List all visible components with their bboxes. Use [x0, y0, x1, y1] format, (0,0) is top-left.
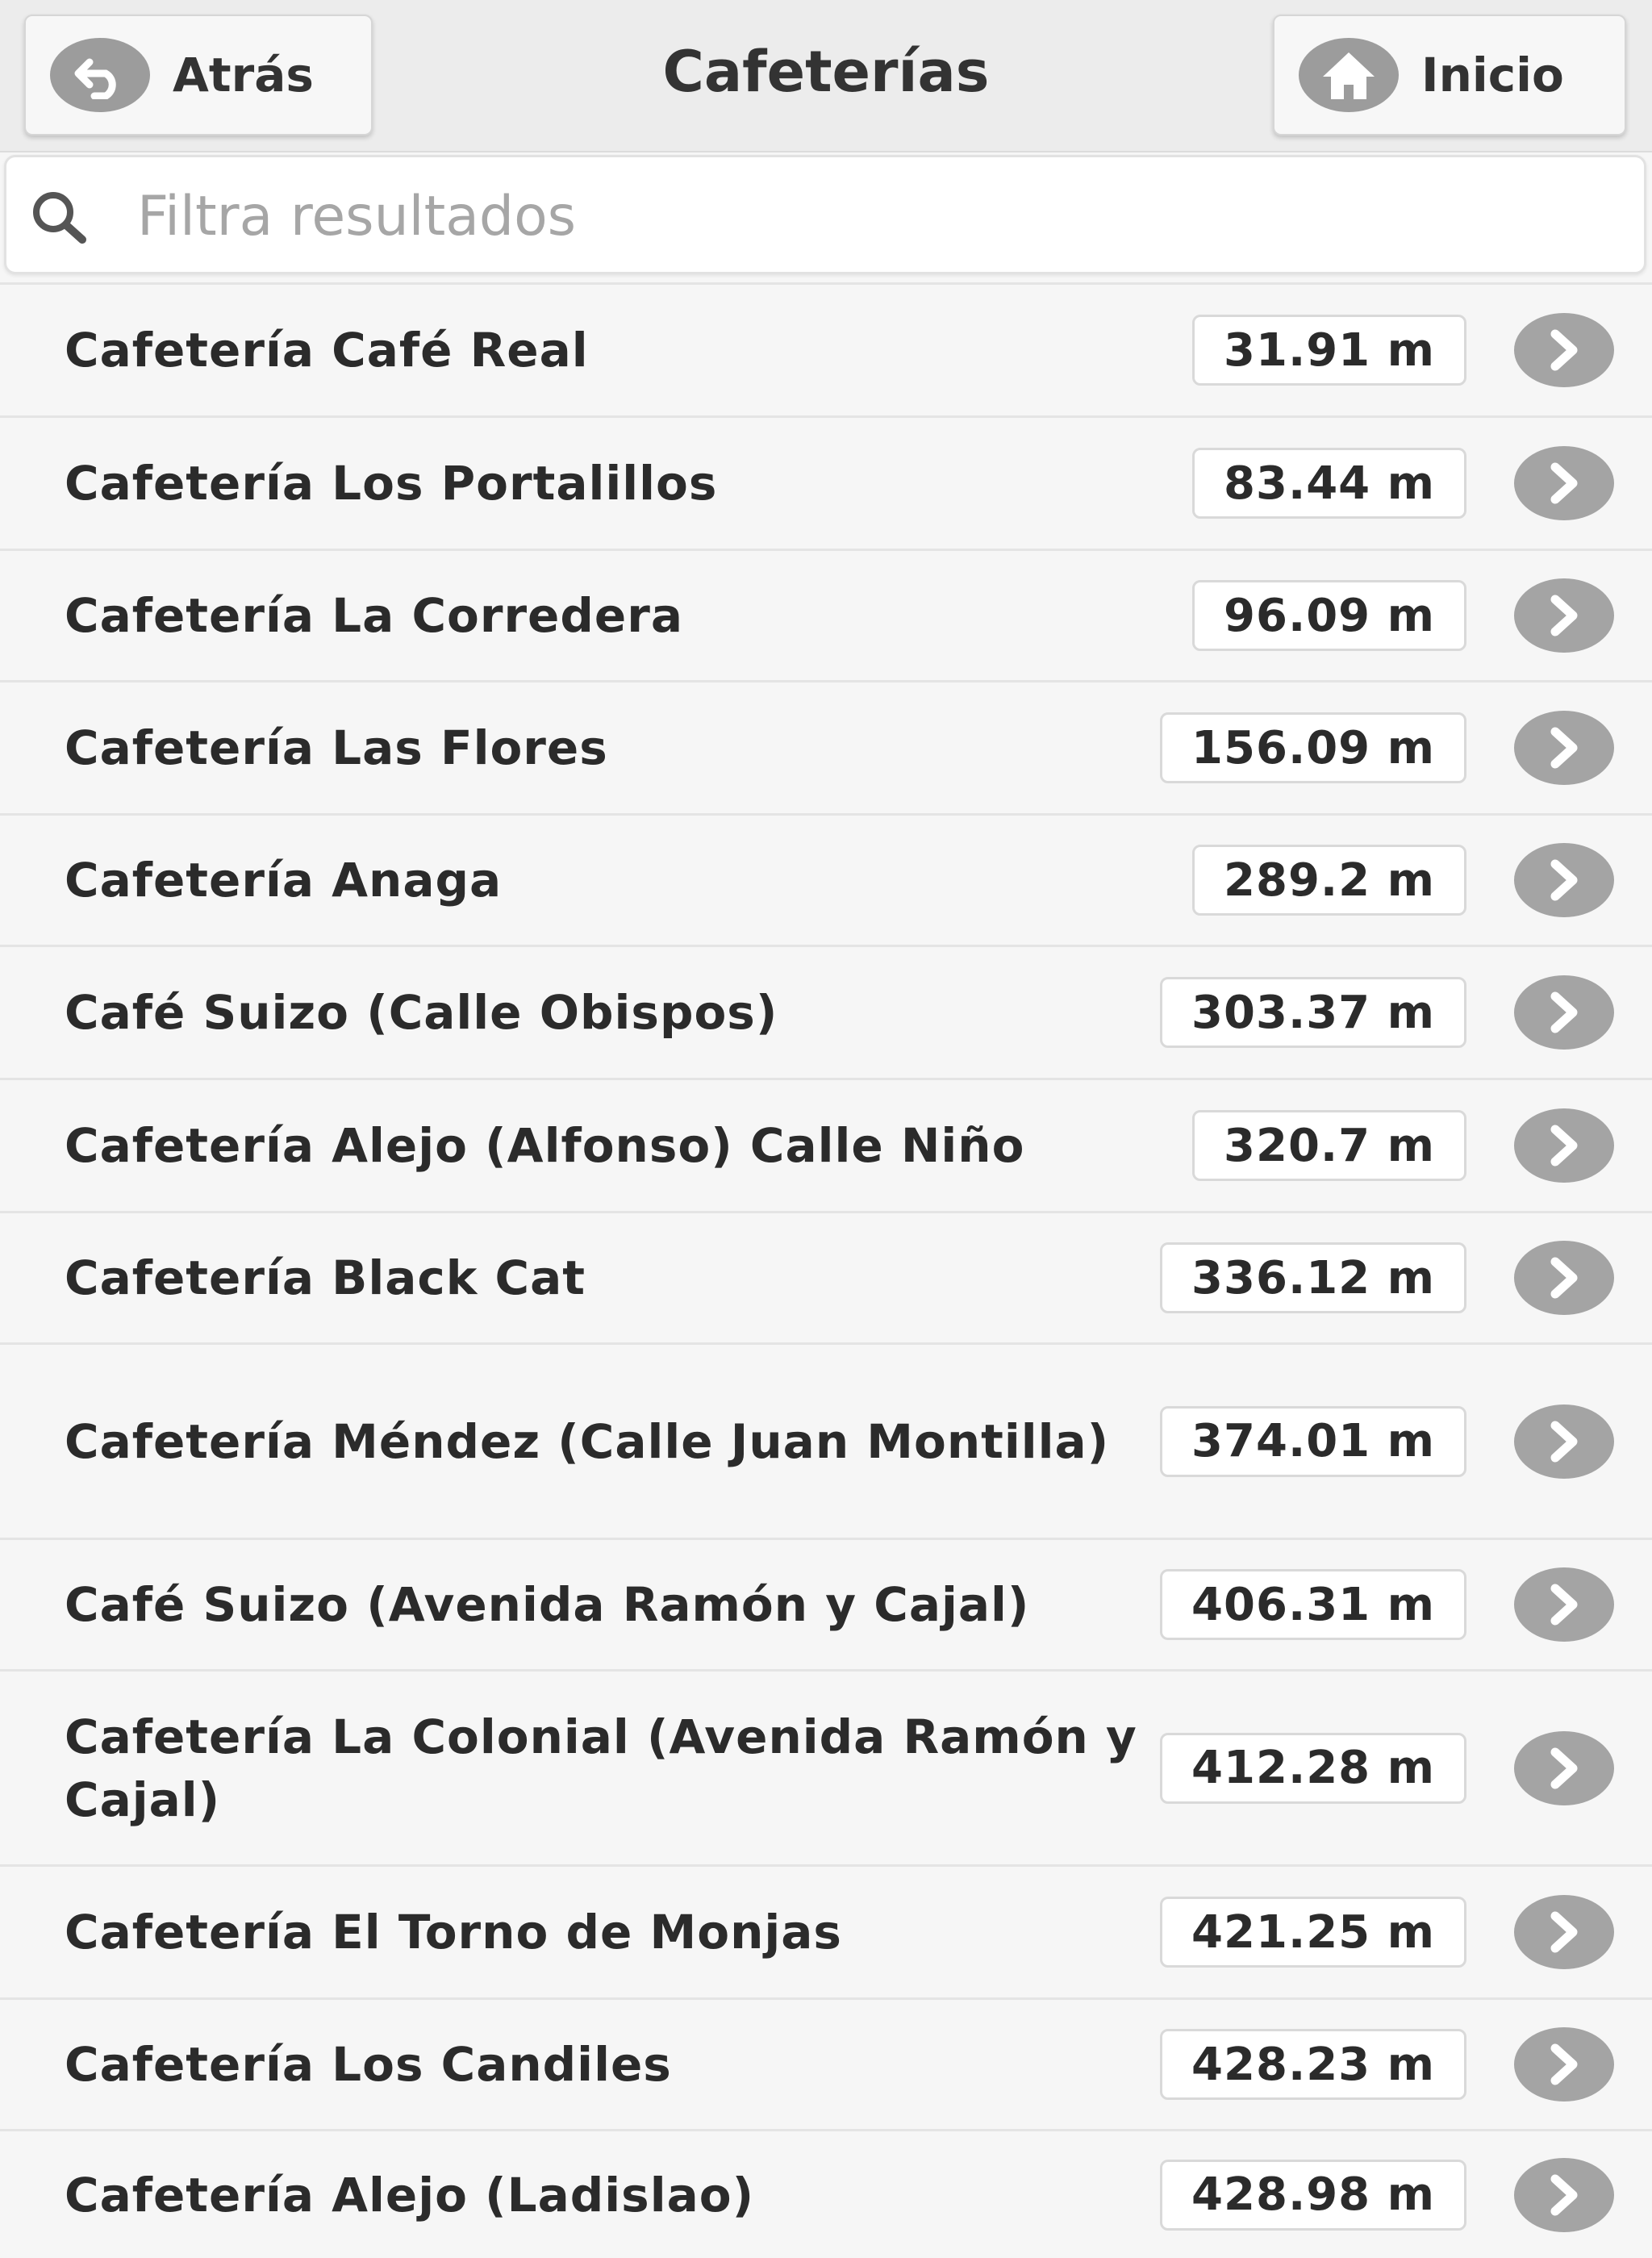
- chevron-right-icon[interactable]: [1514, 578, 1614, 653]
- item-name: Cafetería Las Flores: [65, 720, 608, 775]
- chevron-right-icon[interactable]: [1514, 1241, 1614, 1315]
- item-name: Café Suizo (Avenida Ramón y Cajal): [65, 1577, 1030, 1632]
- results-list: Cafetería Café Real 31.91 m Cafetería Los …: [0, 282, 1652, 2258]
- list-item[interactable]: Cafetería Café Real 31.91 m: [0, 282, 1652, 415]
- distance-badge: 303.37 m: [1160, 977, 1466, 1048]
- distance-badge: 428.23 m: [1160, 2029, 1466, 2100]
- chevron-right-icon[interactable]: [1514, 1108, 1614, 1183]
- chevron-right-icon[interactable]: [1514, 843, 1614, 917]
- search-input[interactable]: [136, 173, 1623, 259]
- distance-badge: 428.98 m: [1160, 2159, 1466, 2231]
- header-bar: Atrás Cafeterías Inicio: [0, 0, 1652, 152]
- item-name: Café Suizo (Calle Obispos): [65, 985, 778, 1040]
- list-item[interactable]: Cafetería Méndez (Calle Juan Montilla) 37…: [0, 1342, 1652, 1538]
- item-name: Cafetería Alejo (Ladislao): [65, 2167, 755, 2223]
- distance-badge: 96.09 m: [1192, 580, 1466, 651]
- home-button[interactable]: Inicio: [1273, 15, 1626, 136]
- chevron-right-icon[interactable]: [1514, 2027, 1614, 2101]
- item-name: Cafetería Anaga: [65, 853, 503, 908]
- item-name: Cafetería El Torno de Monjas: [65, 1905, 842, 1960]
- distance-badge: 31.91 m: [1192, 315, 1466, 386]
- item-name: Cafetería Los Portalillos: [65, 456, 718, 511]
- distance-badge: 83.44 m: [1192, 448, 1466, 519]
- search-icon: [29, 188, 94, 248]
- list-item[interactable]: Cafetería Black Cat 336.12 m: [0, 1211, 1652, 1342]
- list-item[interactable]: Café Suizo (Avenida Ramón y Cajal) 406.31…: [0, 1538, 1652, 1669]
- item-name: Cafetería Alejo (Alfonso) Calle Niño: [65, 1118, 1025, 1173]
- item-name: Cafetería La Colonial (Avenida Ramón y C…: [65, 1709, 1137, 1827]
- item-name: Cafetería Méndez (Calle Juan Montilla): [65, 1413, 1110, 1469]
- item-name: Cafetería Black Cat: [65, 1250, 586, 1305]
- distance-badge: 320.7 m: [1192, 1110, 1466, 1181]
- list-item[interactable]: Cafetería Alejo (Ladislao) 428.98 m: [0, 2129, 1652, 2258]
- list-item[interactable]: Cafetería Alejo (Alfonso) Calle Niño 320.…: [0, 1078, 1652, 1211]
- search-box: [4, 155, 1646, 274]
- item-name: Cafetería Café Real: [65, 323, 589, 378]
- chevron-right-icon[interactable]: [1514, 1730, 1614, 1805]
- list-item[interactable]: Cafetería Anaga 289.2 m: [0, 813, 1652, 945]
- chevron-right-icon[interactable]: [1514, 1895, 1614, 1969]
- distance-badge: 412.28 m: [1160, 1732, 1466, 1804]
- list-item[interactable]: Cafetería Las Flores 156.09 m: [0, 680, 1652, 813]
- home-icon: [1299, 38, 1399, 112]
- distance-badge: 289.2 m: [1192, 845, 1466, 916]
- distance-badge: 374.01 m: [1160, 1405, 1466, 1477]
- chevron-right-icon[interactable]: [1514, 1567, 1614, 1642]
- chevron-right-icon[interactable]: [1514, 1404, 1614, 1479]
- chevron-right-icon[interactable]: [1514, 313, 1614, 387]
- home-button-label: Inicio: [1421, 48, 1564, 102]
- distance-badge: 406.31 m: [1160, 1569, 1466, 1640]
- distance-badge: 336.12 m: [1160, 1242, 1466, 1313]
- chevron-right-icon[interactable]: [1514, 446, 1614, 520]
- distance-badge: 421.25 m: [1160, 1897, 1466, 1968]
- item-name: Cafetería Los Candiles: [65, 2037, 672, 2092]
- list-item[interactable]: Cafetería La Corredera 96.09 m: [0, 549, 1652, 680]
- list-item[interactable]: Cafetería El Torno de Monjas 421.25 m: [0, 1864, 1652, 1997]
- chevron-right-icon[interactable]: [1514, 2157, 1614, 2232]
- list-item[interactable]: Café Suizo (Calle Obispos) 303.37 m: [0, 945, 1652, 1078]
- list-item[interactable]: Cafetería Los Candiles 428.23 m: [0, 1997, 1652, 2129]
- list-item[interactable]: Cafetería La Colonial (Avenida Ramón y C…: [0, 1669, 1652, 1864]
- distance-badge: 156.09 m: [1160, 712, 1466, 783]
- list-item[interactable]: Cafetería Los Portalillos 83.44 m: [0, 415, 1652, 549]
- item-name: Cafetería La Corredera: [65, 588, 683, 643]
- chevron-right-icon[interactable]: [1514, 975, 1614, 1050]
- chevron-right-icon[interactable]: [1514, 711, 1614, 785]
